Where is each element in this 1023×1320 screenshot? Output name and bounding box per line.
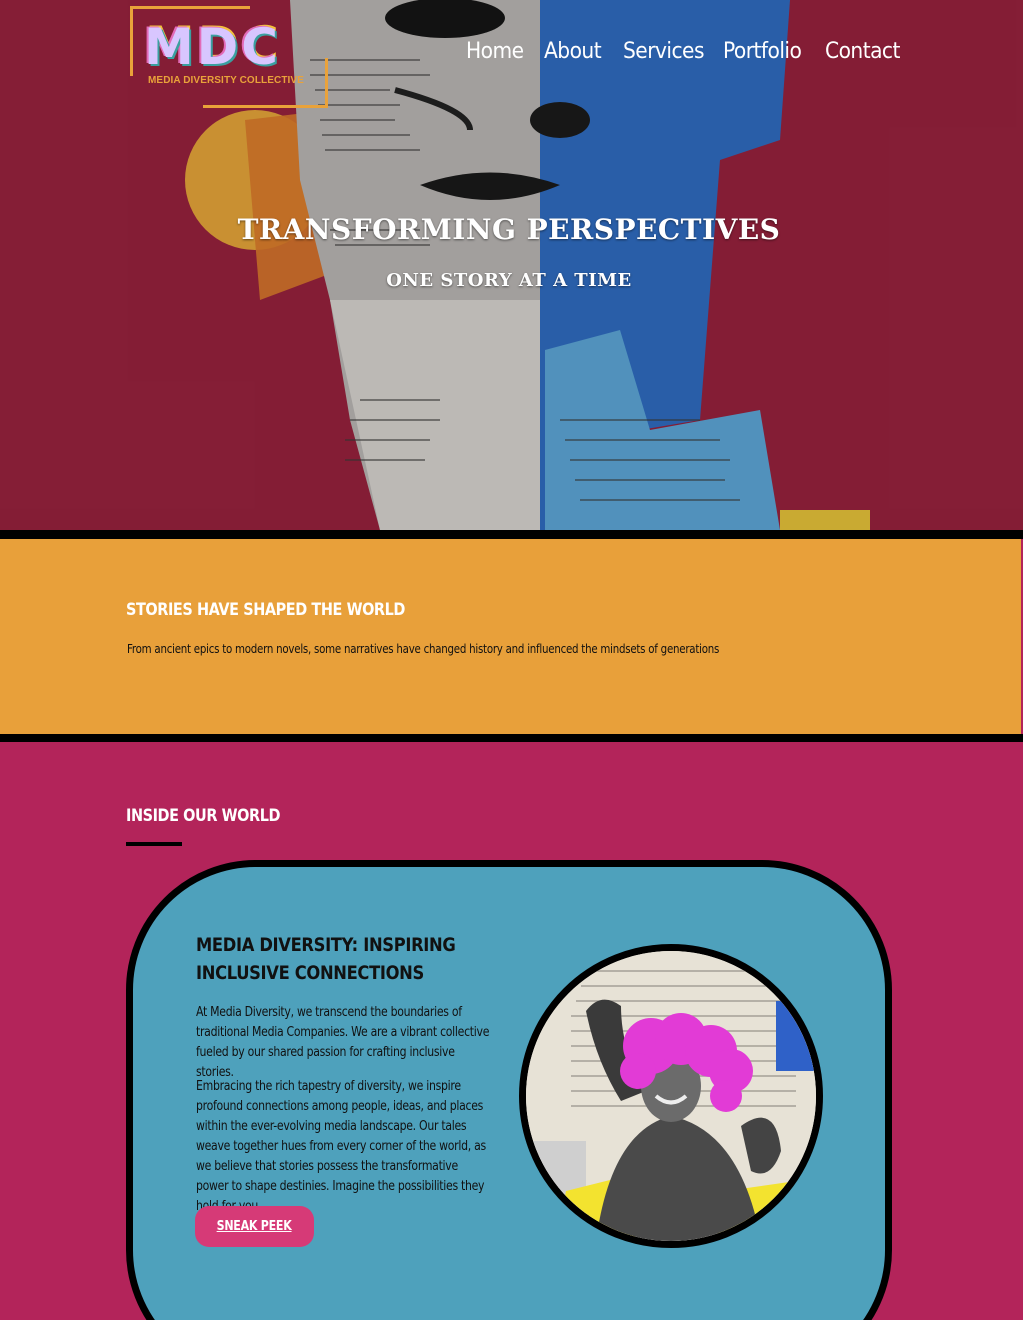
logo-subtitle: MEDIA DIVERSITY COLLECTIVE [148,75,304,86]
portrait-collage [526,951,816,1241]
stories-title: STORIES HAVE SHAPED THE WORLD [126,600,405,620]
nav-contact[interactable]: Contact [825,36,900,68]
title-underline [126,842,182,846]
nav-home[interactable]: Home [466,36,524,68]
main-nav: Home About Services Portfolio Contact [0,36,1023,70]
nav-services[interactable]: Services [623,36,704,68]
portrait-image [519,944,823,1248]
section-divider [0,734,1023,742]
section-divider [0,530,1023,539]
inside-title: INSIDE OUR WORLD [126,806,281,826]
inside-section: INSIDE OUR WORLD MEDIA DIVERSITY: INSPIR… [0,742,1023,1320]
feature-card: MEDIA DIVERSITY: INSPIRING INCLUSIVE CON… [126,860,892,1320]
hero-banner: MDC MEDIA DIVERSITY COLLECTIVE Home Abou… [0,0,1023,530]
sneak-peek-button[interactable]: SNEAK PEEK [195,1206,314,1247]
nav-about[interactable]: About [544,36,602,68]
stories-text: From ancient epics to modern novels, som… [127,641,720,656]
card-paragraph-2: Embracing the rich tapestry of diversity… [196,1079,486,1214]
stories-section: STORIES HAVE SHAPED THE WORLD From ancie… [0,539,1021,734]
hero-title: TRANSFORMING PERSPECTIVES [237,213,781,246]
card-title: MEDIA DIVERSITY: INSPIRING INCLUSIVE CON… [196,934,456,984]
hero-subtitle: ONE STORY AT A TIME [386,270,632,291]
card-paragraph-1: At Media Diversity, we transcend the bou… [196,1005,490,1080]
nav-portfolio[interactable]: Portfolio [723,36,802,68]
sneak-peek-label: SNEAK PEEK [217,1219,292,1234]
